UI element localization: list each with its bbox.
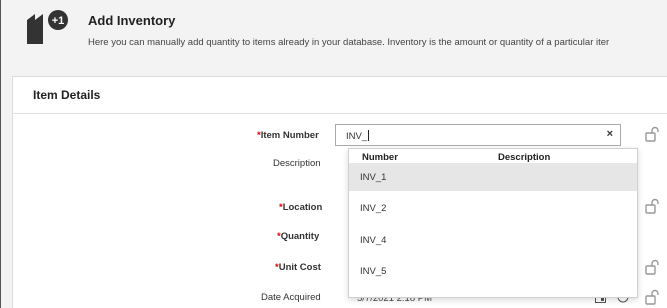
dropdown-option[interactable]: INV_5 [349, 257, 637, 285]
card-header: Item Details [13, 77, 667, 114]
item-number-dropdown: Number Description INV_1 INV_2 INV_4 INV… [348, 148, 638, 298]
page-title: Add Inventory [88, 13, 176, 28]
unlock-icon[interactable] [644, 198, 660, 214]
add-inventory-icon: +1 [27, 10, 68, 44]
card-title: Item Details [33, 88, 101, 102]
item-number-label: *Item Number [257, 130, 319, 141]
column-description-header: Description [498, 152, 551, 163]
text-caret [368, 130, 370, 141]
app-frame: +1 Add Inventory Here you can manually a… [0, 0, 667, 308]
item-number-value: INV_ [346, 130, 370, 142]
description-label: Description [273, 158, 321, 169]
page-subtitle: Here you can manually add quantity to it… [88, 37, 610, 48]
location-label: *Location [279, 202, 323, 213]
clear-icon[interactable]: × [607, 128, 613, 140]
item-number-input[interactable]: INV_ × [335, 124, 621, 146]
date-acquired-label: Date Acquired [261, 292, 321, 303]
dropdown-option[interactable]: INV_2 [349, 194, 637, 222]
page-header: +1 Add Inventory Here you can manually a… [0, 0, 667, 62]
unlock-icon[interactable] [644, 126, 660, 142]
unlock-icon[interactable] [644, 259, 660, 275]
dropdown-option[interactable]: INV_1 [349, 163, 637, 191]
column-number-header: Number [362, 152, 398, 163]
unit-cost-label: *Unit Cost [275, 262, 321, 273]
dropdown-option[interactable]: INV_4 [349, 226, 637, 254]
unlock-icon[interactable] [644, 289, 660, 305]
quantity-label: *Quantity [277, 231, 320, 242]
badge-text: +1 [52, 15, 65, 27]
